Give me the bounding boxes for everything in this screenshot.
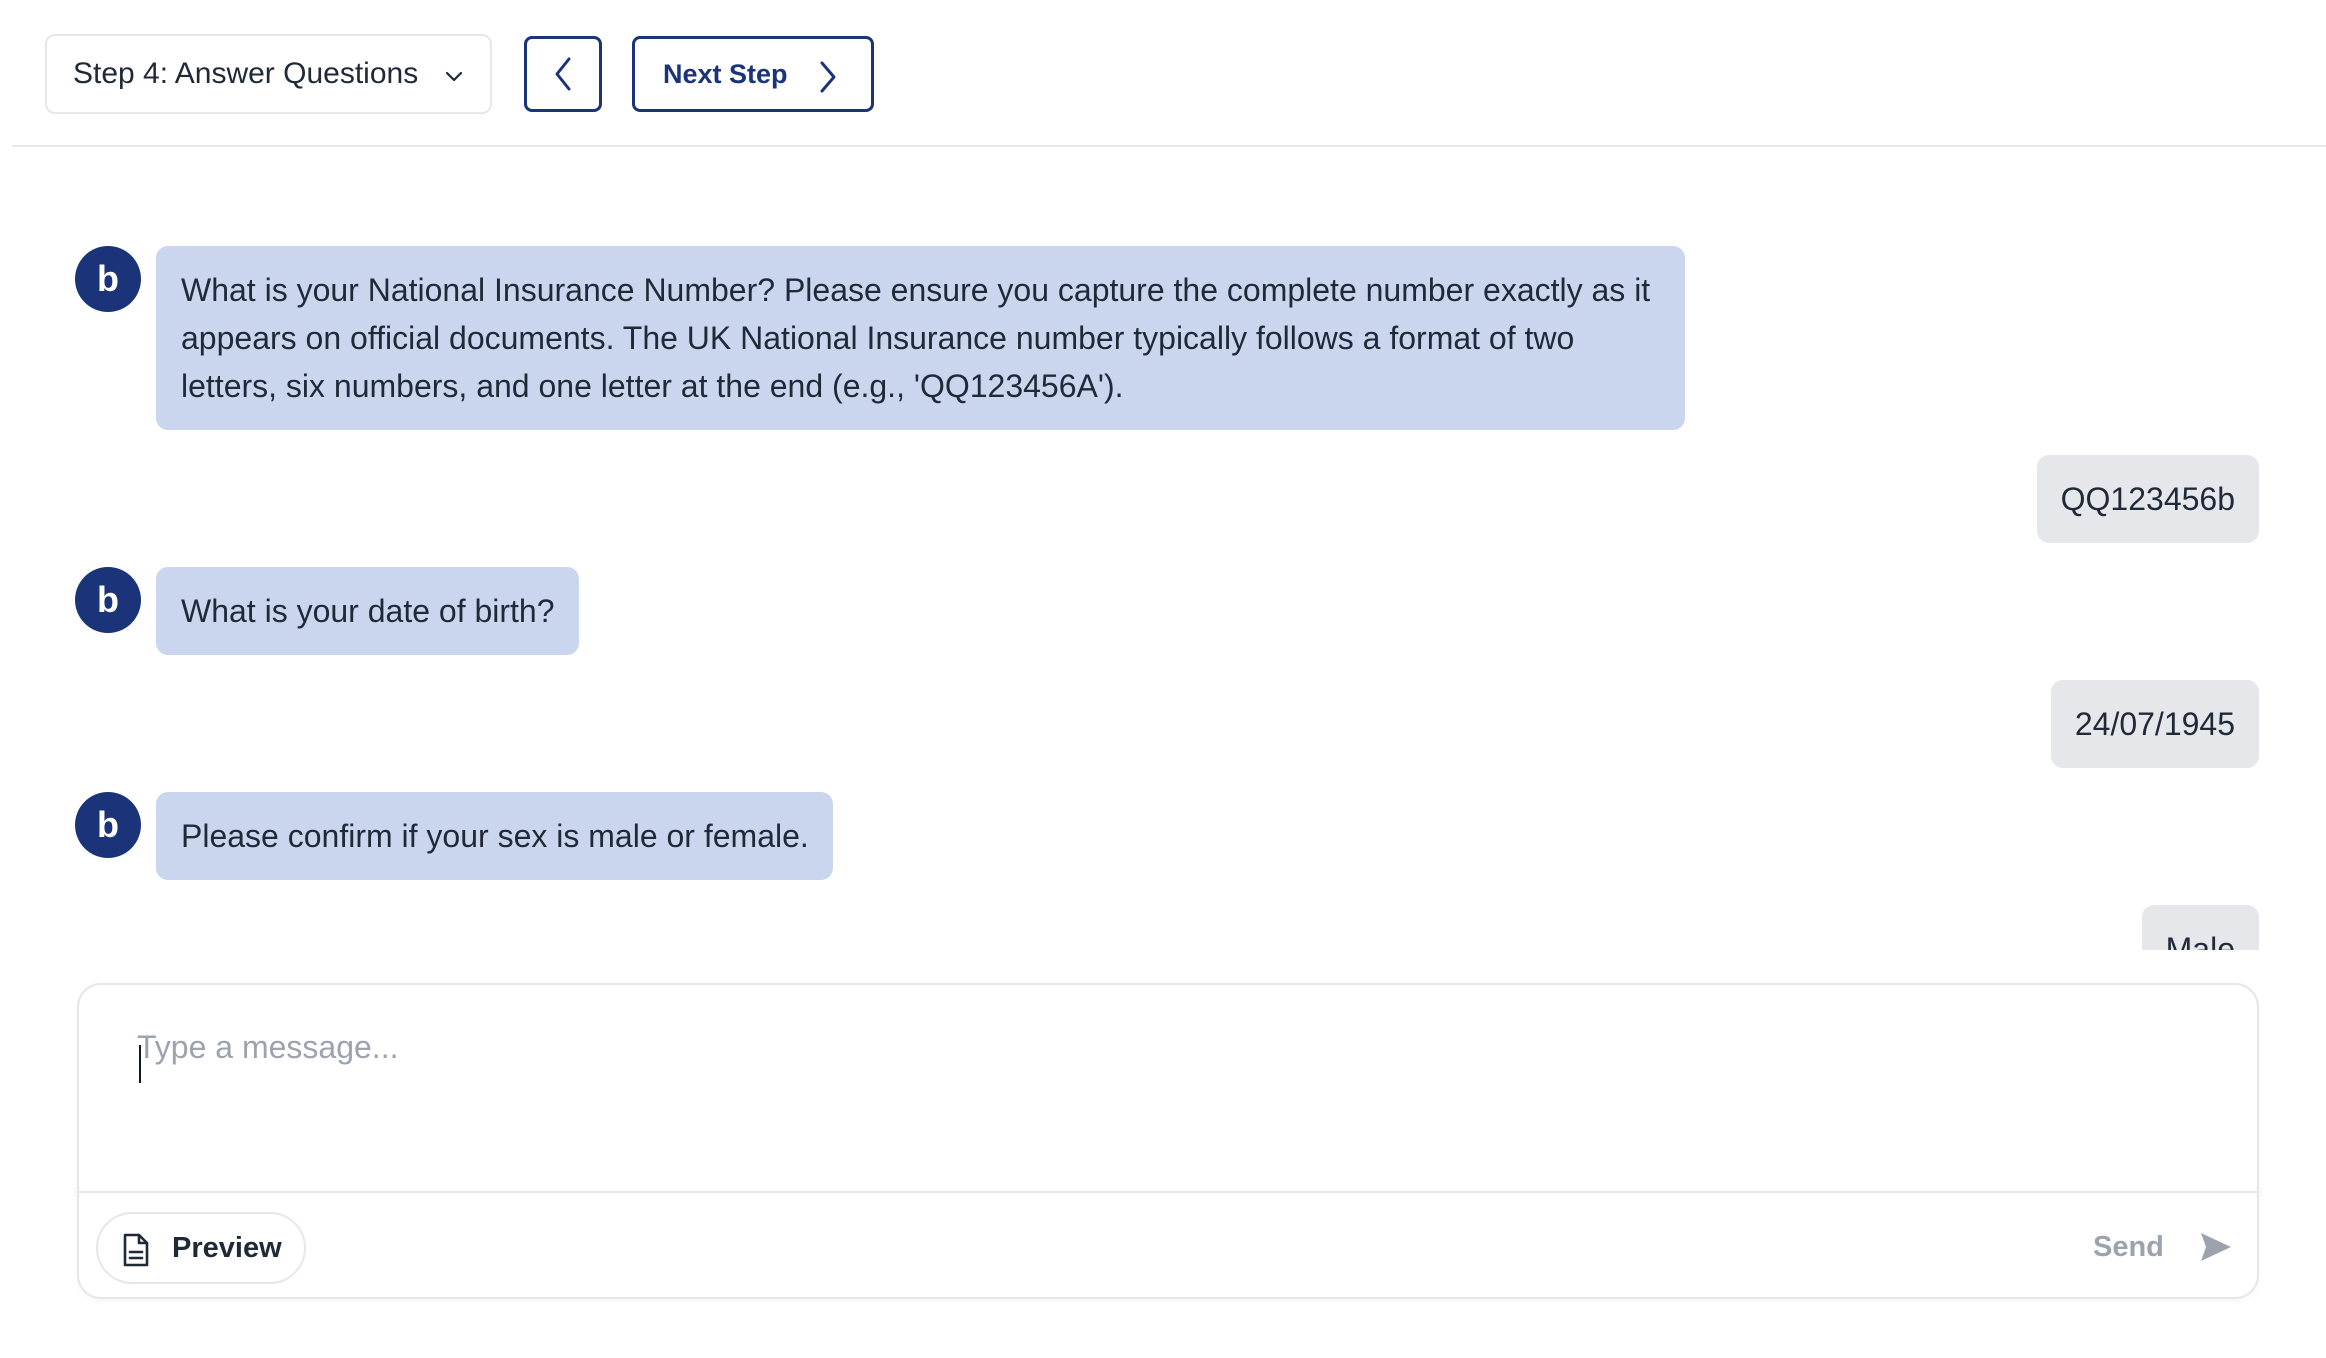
user-message: Male <box>2141 905 2259 950</box>
message-composer: Preview Send <box>77 983 2259 1299</box>
composer-divider <box>79 1191 2257 1193</box>
bot-message: What is your National Insurance Number? … <box>156 246 1685 430</box>
bot-message: What is your date of birth? <box>156 567 579 655</box>
preview-label: Preview <box>172 1231 282 1264</box>
bot-avatar: b <box>75 792 141 858</box>
preview-button[interactable]: Preview <box>96 1212 306 1284</box>
user-message: 24/07/1945 <box>2050 680 2259 768</box>
bot-avatar: b <box>75 246 141 312</box>
next-step-button[interactable]: Next Step <box>632 36 874 112</box>
text-cursor <box>139 1045 141 1083</box>
previous-step-button[interactable] <box>524 36 602 112</box>
send-button[interactable]: Send <box>2093 1217 2233 1277</box>
chevron-down-icon <box>445 71 463 82</box>
chat-page: Step 4: Answer Questions Next Step b Wha… <box>0 0 2326 1358</box>
next-step-label: Next Step <box>663 58 788 89</box>
chevron-left-icon <box>555 57 571 91</box>
document-icon <box>123 1233 149 1267</box>
send-icon <box>2201 1233 2231 1261</box>
bot-avatar: b <box>75 567 141 633</box>
chevron-right-icon <box>820 61 836 93</box>
message-input[interactable] <box>137 1029 2217 1149</box>
bot-message: Please confirm if your sex is male or fe… <box>156 792 833 880</box>
step-select-value: Step 4: Answer Questions <box>73 57 419 90</box>
step-toolbar: Step 4: Answer Questions Next Step <box>12 0 2326 147</box>
send-label: Send <box>2093 1230 2164 1263</box>
user-message: QQ123456b <box>2036 455 2259 543</box>
chat-messages[interactable]: b What is your National Insurance Number… <box>0 150 2326 950</box>
step-select[interactable]: Step 4: Answer Questions <box>45 34 492 114</box>
